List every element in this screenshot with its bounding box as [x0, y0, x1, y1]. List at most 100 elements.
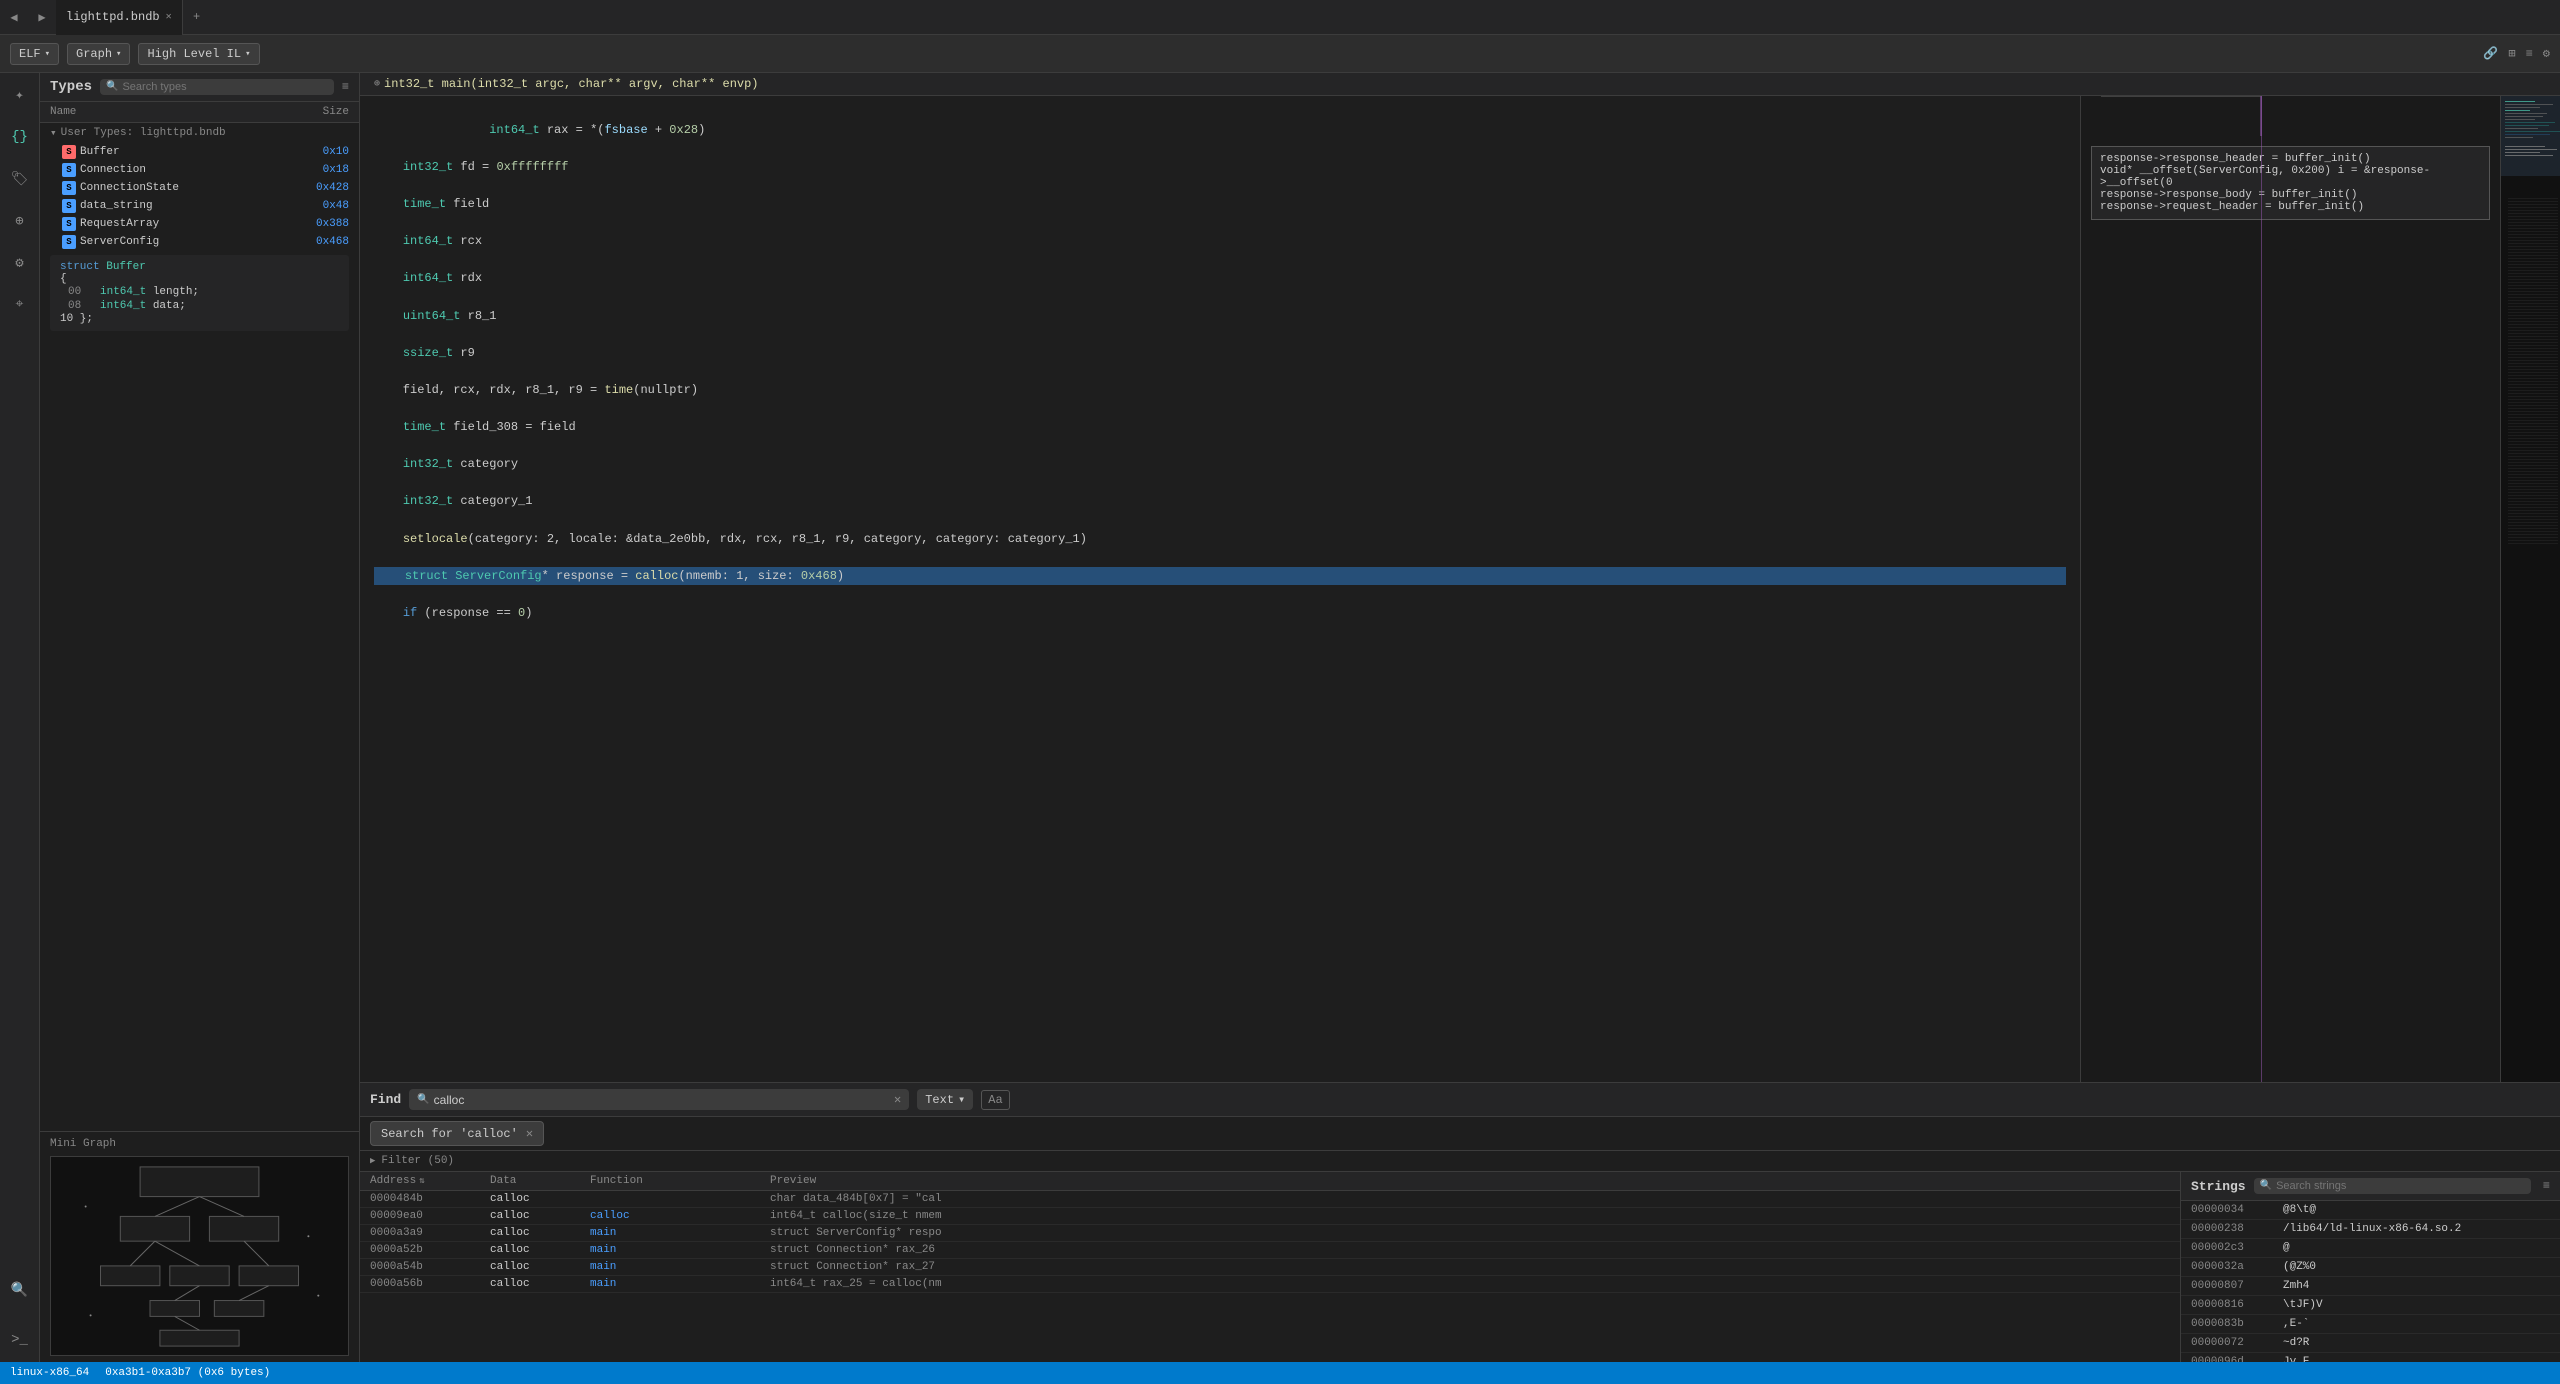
- list-item[interactable]: 000002c3 @: [2181, 1239, 2560, 1258]
- fn-icon: ⊕: [374, 78, 380, 90]
- tree-item-connectionstate[interactable]: S ConnectionState 0x428: [40, 179, 359, 197]
- badge-connection: S: [62, 163, 76, 177]
- sidebar-icon-types[interactable]: {}: [6, 123, 34, 151]
- types-search-input[interactable]: [122, 81, 327, 93]
- sort-addr-icon: ⇅: [419, 1176, 424, 1186]
- hlil-button[interactable]: High Level IL ▾: [138, 43, 259, 65]
- strings-search-icon: 🔍: [2260, 1180, 2272, 1192]
- status-range: 0xa3b1-0xa3b7 (0x6 bytes): [105, 1367, 270, 1379]
- back-button[interactable]: ◀: [0, 0, 28, 35]
- group-collapse-icon: ▾: [50, 126, 57, 140]
- code-block: int64_t rax = *(fsbase + 0x28) int32_t f…: [360, 96, 2080, 647]
- bottom-panel: Find 🔍 ✕ Text ▾ Aa Sea: [360, 1082, 2560, 1362]
- menu-icon[interactable]: ≡: [2526, 47, 2533, 61]
- badge-data-string: S: [62, 199, 76, 213]
- table-row[interactable]: 0000a52b calloc main struct Connection* …: [360, 1242, 2180, 1259]
- new-tab-button[interactable]: +: [183, 0, 211, 35]
- graph-line-4: response->request_header = buffer_init(): [2100, 201, 2481, 213]
- link-icon[interactable]: 🔗: [2483, 46, 2498, 61]
- list-item[interactable]: 00000034 @8\t@: [2181, 1201, 2560, 1220]
- graph-connectors: [2081, 96, 2500, 1082]
- tree-item-data-string[interactable]: S data_string 0x48: [40, 197, 359, 215]
- filter-triangle-icon: ▶: [370, 1156, 375, 1166]
- strings-title: Strings: [2191, 1179, 2246, 1194]
- sidebar-icon-xref[interactable]: ⌖: [6, 291, 34, 319]
- tree-item-connection[interactable]: S Connection 0x18: [40, 161, 359, 179]
- graph-line-2: void* __offset(ServerConfig, 0x200) i = …: [2100, 165, 2481, 189]
- status-arch: linux-x86_64: [10, 1367, 89, 1379]
- sidebar-icon-debug[interactable]: ⚙: [6, 249, 34, 277]
- struct-preview: struct Buffer { 00 int64_t length; 08 in…: [50, 255, 349, 331]
- tree-item-requestarray[interactable]: S RequestArray 0x388: [40, 215, 359, 233]
- find-input-wrap[interactable]: 🔍 ✕: [409, 1089, 909, 1110]
- badge-buffer: S: [62, 145, 76, 159]
- list-item[interactable]: 00000807 Zmh4: [2181, 1277, 2560, 1296]
- list-item[interactable]: 00000816 \tJF)V: [2181, 1296, 2560, 1315]
- col-name-header: Name: [50, 106, 289, 118]
- types-title: Types: [50, 79, 92, 95]
- find-search-bar: Search for 'calloc' ✕: [360, 1117, 2560, 1151]
- settings-icon[interactable]: ⚙: [2543, 46, 2550, 61]
- list-item[interactable]: 0000096d Jy.F: [2181, 1353, 2560, 1362]
- sidebar-icon-tags[interactable]: 🏷: [6, 165, 34, 193]
- badge-connectionstate: S: [62, 181, 76, 195]
- graph-divider: [2261, 96, 2262, 1082]
- tab-lighttpd[interactable]: lighttpd.bndb ✕: [56, 0, 183, 35]
- function-signature: int32_t main(int32_t argc, char** argv, …: [384, 77, 758, 91]
- aa-button[interactable]: Aa: [981, 1090, 1009, 1110]
- find-input[interactable]: [434, 1093, 890, 1107]
- table-row[interactable]: 0000a3a9 calloc main struct ServerConfig…: [360, 1225, 2180, 1242]
- types-search-icon: 🔍: [106, 81, 118, 93]
- search-close-icon[interactable]: ✕: [526, 1126, 533, 1141]
- elf-button[interactable]: ELF ▾: [10, 43, 59, 65]
- col-address-header: Address ⇅: [370, 1175, 490, 1187]
- graph-block: response->response_header = buffer_init(…: [2091, 146, 2490, 220]
- minimap[interactable]: [2500, 96, 2560, 1082]
- search-for-label: Search for 'calloc': [381, 1127, 518, 1141]
- tree-item-serverconfig[interactable]: S ServerConfig 0x468: [40, 233, 359, 251]
- badge-serverconfig: S: [62, 235, 76, 249]
- sidebar-icon-search[interactable]: 🔍: [6, 1276, 34, 1304]
- table-row[interactable]: 0000484b calloc char data_484b[0x7] = "c…: [360, 1191, 2180, 1208]
- find-search-icon: 🔍: [417, 1094, 429, 1106]
- types-menu-icon[interactable]: ≡: [342, 80, 349, 94]
- col-data-header: Data: [490, 1175, 590, 1187]
- tab-label: lighttpd.bndb: [66, 10, 160, 24]
- strings-search-box[interactable]: 🔍: [2254, 1178, 2531, 1194]
- sidebar-icon-logo[interactable]: ✦: [6, 81, 34, 109]
- strings-menu-icon[interactable]: ≡: [2543, 1179, 2550, 1193]
- types-tree: ▾ User Types: lighttpd.bndb S Buffer 0x1…: [40, 123, 359, 1131]
- table-row[interactable]: 00009ea0 calloc calloc int64_t calloc(si…: [360, 1208, 2180, 1225]
- strings-search-input[interactable]: [2276, 1180, 2525, 1192]
- filter-bar[interactable]: ▶ Filter (50): [360, 1151, 2560, 1172]
- types-search-box[interactable]: 🔍: [100, 79, 334, 95]
- tree-item-buffer[interactable]: S Buffer 0x10: [40, 143, 359, 161]
- strings-panel: Strings 🔍 ≡ 00000034 @8\t@: [2180, 1172, 2560, 1362]
- sidebar-icon-nav[interactable]: ⊕: [6, 207, 34, 235]
- graph-button[interactable]: Graph ▾: [67, 43, 130, 65]
- search-for-button[interactable]: Search for 'calloc' ✕: [370, 1121, 544, 1146]
- list-item[interactable]: 00000072 ~d?R: [2181, 1334, 2560, 1353]
- results-table[interactable]: Address ⇅ Data Function Preview: [360, 1172, 2180, 1362]
- strings-list: 00000034 @8\t@ 00000238 /lib64/ld-linux-…: [2181, 1201, 2560, 1362]
- table-row[interactable]: 0000a56b calloc main int64_t rax_25 = ca…: [360, 1276, 2180, 1293]
- type-selector[interactable]: Text ▾: [917, 1089, 973, 1110]
- find-clear-button[interactable]: ✕: [894, 1092, 901, 1107]
- col-preview-header: Preview: [770, 1175, 2170, 1187]
- forward-button[interactable]: ▶: [28, 0, 56, 35]
- list-item[interactable]: 0000032a (@Z%0: [2181, 1258, 2560, 1277]
- list-item[interactable]: 0000083b ,E-`: [2181, 1315, 2560, 1334]
- tab-close-icon[interactable]: ✕: [166, 11, 172, 23]
- list-item[interactable]: 00000238 /lib64/ld-linux-x86-64.so.2: [2181, 1220, 2560, 1239]
- code-scroll-area[interactable]: int64_t rax = *(fsbase + 0x28) int32_t f…: [360, 96, 2080, 1082]
- mini-graph-canvas[interactable]: [50, 1156, 349, 1356]
- col-size-header: Size: [289, 106, 349, 118]
- find-label: Find: [370, 1092, 401, 1107]
- sidebar-icon-terminal[interactable]: >_: [6, 1326, 34, 1354]
- table-row[interactable]: 0000a54b calloc main struct Connection* …: [360, 1259, 2180, 1276]
- types-group-header[interactable]: ▾ User Types: lighttpd.bndb: [40, 123, 359, 143]
- hlil-chevron-icon: ▾: [245, 49, 250, 59]
- graph-line-1: response->response_header = buffer_init(…: [2100, 153, 2481, 165]
- layout-icon[interactable]: ⊞: [2508, 46, 2515, 61]
- graph-chevron-icon: ▾: [116, 49, 121, 59]
